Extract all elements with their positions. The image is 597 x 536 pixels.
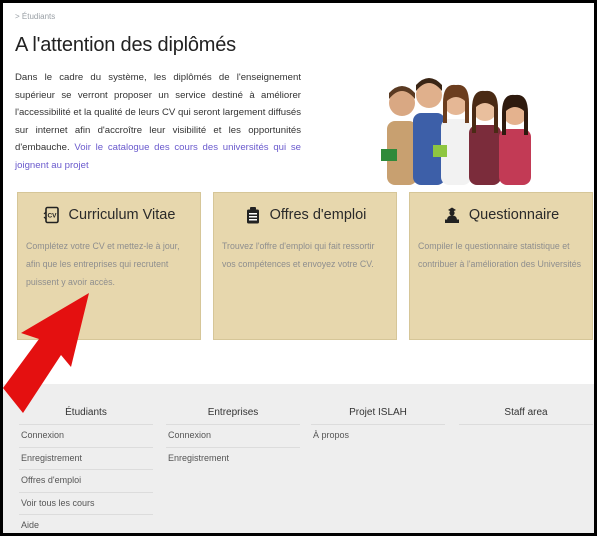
footer-link-a-propos[interactable]: À propos — [311, 425, 445, 447]
card-header: CV Curriculum Vitae — [18, 206, 200, 224]
card-title: Curriculum Vitae — [68, 207, 176, 223]
card-title: Offres d'emploi — [269, 207, 367, 223]
cv-icon: CV — [43, 206, 61, 224]
footer-column-entreprises: Entreprises Connexion Enregistrement — [166, 402, 300, 469]
footer-link-offres-emploi[interactable]: Offres d'emploi — [19, 470, 153, 493]
red-arrow-annotation — [3, 293, 89, 413]
footer-link-connexion[interactable]: Connexion — [166, 425, 300, 448]
student-figure — [413, 78, 445, 185]
footer-heading: Entreprises — [166, 402, 300, 425]
footer-heading[interactable]: Staff area — [459, 402, 593, 425]
student-figure — [469, 90, 501, 185]
breadcrumb[interactable]: > Étudiants — [15, 12, 55, 21]
footer-link-aide[interactable]: Aide — [19, 515, 153, 533]
card-offres-emploi[interactable]: Offres d'emploi Trouvez l'offre d'emploi… — [213, 192, 397, 340]
card-description: Compiler le questionnaire statistique et… — [418, 241, 582, 269]
card-questionnaire[interactable]: Questionnaire Compiler le questionnaire … — [409, 192, 593, 340]
footer-link-connexion[interactable]: Connexion — [19, 425, 153, 448]
student-figure — [499, 94, 531, 185]
footer-link-enregistrement[interactable]: Enregistrement — [166, 448, 300, 470]
card-header: Offres d'emploi — [214, 206, 396, 224]
briefcase-list-icon — [244, 206, 262, 224]
footer-heading: Projet ISLAH — [311, 402, 445, 425]
card-title: Questionnaire — [468, 207, 560, 223]
card-description: Complétez votre CV et mettez-le à jour, … — [26, 241, 180, 287]
svg-text:CV: CV — [47, 213, 57, 220]
page-frame: > Étudiants A l'attention des diplômés D… — [3, 3, 594, 533]
footer-column-projet-islah: Projet ISLAH À propos — [311, 402, 445, 447]
card-header: Questionnaire — [410, 206, 592, 224]
students-group-photo — [381, 78, 531, 185]
intro-paragraph: Dans le cadre du système, les diplômés d… — [15, 69, 301, 174]
intro-text: Dans le cadre du système, les diplômés d… — [15, 72, 301, 153]
footer-column-etudiants: Étudiants Connexion Enregistrement Offre… — [19, 402, 153, 533]
student-figure — [381, 86, 417, 185]
footer-column-staff-area: Staff area — [459, 402, 593, 425]
footer-link-enregistrement[interactable]: Enregistrement — [19, 448, 153, 470]
person-desk-icon — [443, 206, 461, 224]
card-description: Trouvez l'offre d'emploi qui fait ressor… — [222, 241, 375, 269]
page-title: A l'attention des diplômés — [15, 34, 236, 56]
footer-link-voir-cours[interactable]: Voir tous les cours — [19, 493, 153, 515]
